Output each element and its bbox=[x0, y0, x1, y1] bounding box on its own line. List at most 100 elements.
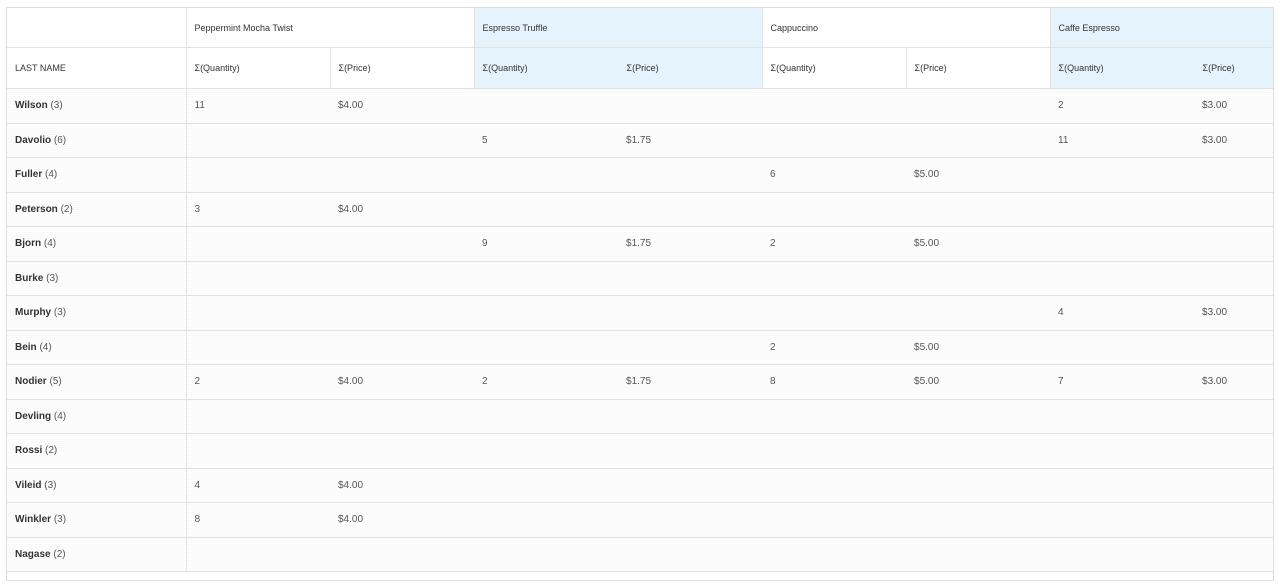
row-header-cell[interactable]: Peterson (2) bbox=[7, 192, 187, 227]
quantity-cell bbox=[186, 123, 330, 158]
price-cell bbox=[1194, 537, 1273, 572]
quantity-cell bbox=[762, 433, 907, 469]
quantity-cell bbox=[186, 261, 330, 296]
quantity-cell bbox=[474, 261, 619, 296]
row-header-cell[interactable]: Bjorn (4) bbox=[7, 226, 187, 262]
row-header-cell[interactable]: Bein (4) bbox=[7, 330, 187, 365]
quantity-cell bbox=[762, 88, 907, 124]
price-cell bbox=[618, 537, 763, 572]
quantity-cell: 2 bbox=[1050, 88, 1195, 124]
measure-header-price[interactable]: Σ(Price) bbox=[1194, 47, 1273, 89]
price-cell: $4.00 bbox=[330, 468, 475, 503]
price-cell: $5.00 bbox=[906, 157, 1051, 193]
measure-header-price[interactable]: Σ(Price) bbox=[906, 47, 1051, 89]
quantity-cell bbox=[762, 502, 907, 538]
row-header-cell[interactable]: Murphy (3) bbox=[7, 295, 187, 331]
pivot-table: Peppermint Mocha Twist Espresso Truffle … bbox=[7, 8, 1273, 572]
price-cell: $3.00 bbox=[1194, 295, 1273, 331]
row-header-cell[interactable]: Nagase (2) bbox=[7, 537, 187, 572]
row-header-cell[interactable]: Wilson (3) bbox=[7, 88, 187, 124]
table-row: Rossi (2) bbox=[7, 433, 1273, 469]
column-group-header[interactable]: Espresso Truffle bbox=[474, 8, 763, 48]
price-cell bbox=[906, 123, 1051, 158]
quantity-cell bbox=[762, 123, 907, 158]
row-header-cell[interactable]: Fuller (4) bbox=[7, 157, 187, 193]
price-cell bbox=[1194, 192, 1273, 227]
column-group-header[interactable]: Peppermint Mocha Twist bbox=[186, 8, 475, 48]
quantity-cell bbox=[474, 192, 619, 227]
quantity-cell: 6 bbox=[762, 157, 907, 193]
measure-header-price[interactable]: Σ(Price) bbox=[330, 47, 475, 89]
price-cell bbox=[330, 226, 475, 262]
price-cell bbox=[906, 433, 1051, 469]
column-group-header[interactable]: Caffe Espresso bbox=[1050, 8, 1273, 48]
quantity-cell bbox=[1050, 468, 1195, 503]
row-header-cell[interactable]: Davolio (6) bbox=[7, 123, 187, 158]
quantity-cell bbox=[1050, 261, 1195, 296]
quantity-cell: 2 bbox=[474, 364, 619, 400]
price-cell: $4.00 bbox=[330, 364, 475, 400]
price-cell bbox=[906, 192, 1051, 227]
table-row: Wilson (3) 11 $4.00 2 $3.00 bbox=[7, 88, 1273, 124]
price-cell bbox=[1194, 261, 1273, 296]
price-cell bbox=[330, 330, 475, 365]
row-name: Fuller bbox=[15, 169, 43, 181]
quantity-cell: 7 bbox=[1050, 364, 1195, 400]
price-cell bbox=[330, 399, 475, 434]
measure-header-quantity[interactable]: Σ(Quantity) bbox=[186, 47, 331, 89]
measure-header-price[interactable]: Σ(Price) bbox=[618, 47, 763, 89]
price-cell bbox=[906, 399, 1051, 434]
quantity-cell bbox=[474, 433, 619, 469]
price-cell bbox=[618, 468, 763, 503]
row-name: Peterson bbox=[15, 203, 58, 215]
price-cell bbox=[906, 502, 1051, 538]
price-cell bbox=[330, 261, 475, 296]
price-cell: $3.00 bbox=[1194, 364, 1273, 400]
quantity-cell bbox=[1050, 192, 1195, 227]
price-cell bbox=[906, 295, 1051, 331]
quantity-cell bbox=[474, 88, 619, 124]
quantity-cell bbox=[762, 399, 907, 434]
row-count: (4) bbox=[43, 238, 57, 250]
column-group-header[interactable]: Cappuccino bbox=[762, 8, 1051, 48]
quantity-cell bbox=[762, 261, 907, 296]
row-count: (2) bbox=[60, 203, 73, 215]
row-count: (3) bbox=[44, 479, 57, 491]
row-name: Devling bbox=[15, 410, 52, 422]
pivot-body: Wilson (3) 11 $4.00 2 $3.00 Davolio (6) 5 $1.75… bbox=[7, 88, 1273, 572]
row-field-header[interactable]: LAST NAME bbox=[7, 47, 187, 89]
quantity-cell bbox=[474, 468, 619, 503]
price-cell bbox=[906, 537, 1051, 572]
row-count: (4) bbox=[53, 410, 67, 422]
price-cell bbox=[906, 261, 1051, 296]
measure-header-quantity[interactable]: Σ(Quantity) bbox=[1050, 47, 1195, 89]
price-cell bbox=[330, 433, 475, 469]
price-cell bbox=[330, 295, 475, 331]
quantity-cell: 3 bbox=[186, 192, 330, 227]
price-cell: $4.00 bbox=[330, 88, 475, 124]
row-name: Bein bbox=[15, 341, 37, 353]
price-cell bbox=[906, 88, 1051, 124]
row-count: (3) bbox=[50, 100, 63, 112]
quantity-cell bbox=[186, 157, 330, 193]
price-cell bbox=[1194, 226, 1273, 262]
quantity-cell bbox=[186, 330, 330, 365]
row-header-cell[interactable]: Vileid (3) bbox=[7, 468, 187, 503]
price-cell bbox=[330, 537, 475, 572]
price-cell bbox=[618, 88, 763, 124]
row-header-cell[interactable]: Winkler (3) bbox=[7, 502, 187, 538]
quantity-cell bbox=[186, 433, 330, 469]
row-header-cell[interactable]: Burke (3) bbox=[7, 261, 187, 296]
row-header-cell[interactable]: Devling (4) bbox=[7, 399, 187, 434]
row-header-cell[interactable]: Rossi (2) bbox=[7, 433, 187, 469]
table-row: Winkler (3) 8 $4.00 bbox=[7, 502, 1273, 538]
measure-header-quantity[interactable]: Σ(Quantity) bbox=[474, 47, 619, 89]
price-cell bbox=[618, 399, 763, 434]
measure-header-quantity[interactable]: Σ(Quantity) bbox=[762, 47, 907, 89]
quantity-cell bbox=[762, 192, 907, 227]
row-header-cell[interactable]: Nodier (5) bbox=[7, 364, 187, 400]
quantity-cell: 4 bbox=[1050, 295, 1195, 331]
quantity-cell bbox=[1050, 226, 1195, 262]
price-cell bbox=[1194, 399, 1273, 434]
quantity-cell bbox=[474, 537, 619, 572]
